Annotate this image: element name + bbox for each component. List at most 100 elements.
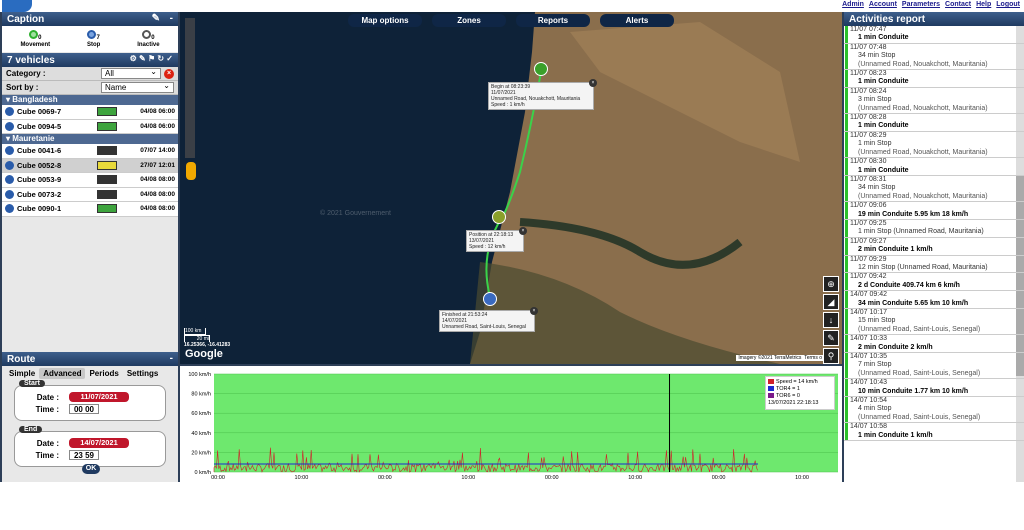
ruler-icon[interactable]: ✎: [823, 330, 839, 346]
streetview-icon[interactable]: [186, 162, 196, 180]
activities-header: Activities report: [844, 12, 1024, 26]
activity-item[interactable]: 14/07 10:35 7 min Stop (Unnamed Road, Sain…: [844, 353, 1024, 380]
search-icon[interactable]: ⚲: [823, 348, 839, 364]
activity-desc: 1 min Conduite: [858, 122, 909, 130]
admin-link[interactable]: Admin: [842, 1, 864, 8]
activity-time: 14/07 10:17: [850, 309, 887, 316]
activity-item[interactable]: 11/07 09:27 2 min Conduite 1 km/h: [844, 237, 1024, 256]
activity-item[interactable]: 11/07 08:29 1 min Stop (Unnamed Road, Noua…: [844, 131, 1024, 159]
zoom-slider[interactable]: [185, 18, 195, 158]
activity-time: 14/07 10:54: [850, 397, 887, 405]
caption-header: Caption ✎ -: [2, 12, 178, 26]
y-tick-label: 100 km/h: [188, 372, 211, 378]
activity-item[interactable]: 11/07 07:48 34 min Stop (Unnamed Road, Nou…: [844, 43, 1024, 71]
start-time-input[interactable]: 00 00: [69, 404, 99, 414]
activity-item[interactable]: 14/07 10:33 2 min Conduite 2 km/h: [844, 335, 1024, 354]
vehicle-tools-icons[interactable]: ⚙ ✎ ⚑ ↻ ✓: [130, 54, 173, 63]
activity-item[interactable]: 14/07 09:42 34 min Conduite 5.65 km 10 km…: [844, 291, 1024, 309]
map-options-button[interactable]: Map options: [348, 14, 422, 27]
activity-item[interactable]: 11/07 09:06 19 min Conduite 5.95 km 18 km…: [844, 202, 1024, 220]
tab-settings[interactable]: Settings: [123, 368, 163, 379]
activities-list[interactable]: 11/07 07:47 1 min Conduite 11/07 07:48 34 m…: [844, 26, 1024, 482]
locate-icon[interactable]: ⊕: [823, 276, 839, 292]
vehicle-row-selected[interactable]: Cube 0052-8 27/07 12:01: [2, 158, 178, 173]
edit-icon[interactable]: ✎: [152, 13, 160, 24]
battery-icon: [97, 107, 117, 117]
activity-item[interactable]: 11/07 09:42 2 d Conduite 409.74 km 6 km/h: [844, 273, 1024, 292]
activity-item[interactable]: 11/07 08:28 1 min Conduite: [844, 114, 1024, 132]
clear-category-icon[interactable]: ×: [164, 68, 174, 79]
date-label: Date :: [36, 392, 59, 402]
reports-button[interactable]: Reports: [516, 14, 590, 27]
activity-desc: 34 min Conduite 5.65 km 10 km/h: [858, 299, 969, 307]
terms-link[interactable]: Terms o: [804, 355, 822, 361]
collapse-icon[interactable]: -: [170, 353, 173, 364]
end-time-row: Time : 23 59: [23, 450, 157, 460]
popup-line: Speed : 12 km/h: [469, 244, 506, 250]
activity-item[interactable]: 11/07 09:25 1 min Stop (Unnamed Road, Mau…: [844, 219, 1024, 238]
help-link[interactable]: Help: [976, 1, 991, 8]
vehicle-row[interactable]: Cube 0073-2 04/08 08:00: [2, 187, 178, 202]
caption-movement: 0 Movement: [20, 29, 50, 49]
vehicle-row[interactable]: Cube 0053-9 04/08 08:00: [2, 173, 178, 188]
activity-item[interactable]: 11/07 07:47 1 min Conduite: [844, 26, 1024, 44]
contact-link[interactable]: Contact: [945, 1, 971, 8]
map-view[interactable]: Map options Zones Reports Alerts × Begin…: [180, 12, 842, 364]
route-icon[interactable]: ↓: [823, 312, 839, 328]
activity-time: 11/07 08:28: [850, 114, 887, 122]
vehicle-row[interactable]: Cube 0041-6 07/07 14:00: [2, 144, 178, 159]
group-mauretanie[interactable]: ▾ Mauretanie: [2, 134, 178, 144]
tab-advanced[interactable]: Advanced: [39, 368, 86, 379]
end-time-input[interactable]: 23 59: [69, 450, 99, 460]
ok-button[interactable]: OK: [82, 464, 100, 474]
group-bangladesh[interactable]: ▾ Bangladesh: [2, 95, 178, 105]
begin-marker-icon[interactable]: [534, 62, 548, 76]
position-marker-icon[interactable]: [492, 210, 506, 224]
alerts-button[interactable]: Alerts: [600, 14, 674, 27]
tab-simple[interactable]: Simple: [5, 368, 39, 379]
close-icon[interactable]: ×: [519, 227, 527, 235]
category-select[interactable]: All: [101, 67, 161, 79]
activity-item[interactable]: 11/07 08:31 34 min Stop (Unnamed Road, Nou…: [844, 175, 1024, 203]
sort-select[interactable]: Name: [101, 81, 174, 93]
vehicle-row[interactable]: Cube 0069-7 04/08 06:00: [2, 105, 178, 120]
activity-item[interactable]: 14/07 10:43 10 min Conduite 1.77 km 10 km…: [844, 379, 1024, 398]
speed-chart[interactable]: 100 km/h 80 km/h 60 km/h 40 km/h 20 km/h 0 km…: [180, 366, 842, 482]
legend-label: TOR6 = 0: [776, 393, 800, 399]
close-icon[interactable]: ×: [589, 79, 597, 87]
activity-item[interactable]: 14/07 10:17 15 min Stop (Unnamed Road, Sai…: [844, 309, 1024, 336]
activity-item[interactable]: 11/07 08:24 3 min Stop (Unnamed Road, Noua…: [844, 87, 1024, 115]
activity-item[interactable]: 14/07 10:58 1 min Conduite 1 km/h: [844, 423, 1024, 442]
vehicle-name: Cube 0090-1: [17, 204, 62, 214]
activity-address: (Unnamed Road, Nouakchott, Mauritania): [858, 104, 988, 112]
close-icon[interactable]: ×: [530, 307, 538, 315]
y-tick-label: 40 km/h: [191, 431, 211, 437]
end-date-input[interactable]: 14/07/2021: [69, 438, 129, 448]
popup-line: Unnamed Road, Saint-Louis, Senegal: [442, 324, 526, 330]
activity-desc: 3 min Stop: [858, 96, 892, 104]
start-date-input[interactable]: 11/07/2021: [69, 392, 129, 402]
activity-item[interactable]: 11/07 08:23 1 min Conduite: [844, 70, 1024, 88]
zones-button[interactable]: Zones: [432, 14, 506, 27]
account-link[interactable]: Account: [869, 1, 897, 8]
x-tick-label: 00:00: [378, 475, 392, 481]
logout-link[interactable]: Logout: [996, 1, 1020, 8]
vehicle-date: 04/08 08:00: [140, 176, 175, 184]
vehicle-row[interactable]: Cube 0090-1 04/08 08:00: [2, 202, 178, 217]
activity-item[interactable]: 14/07 10:54 4 min Stop (Unnamed Road, Sain…: [844, 397, 1024, 424]
expand-icon[interactable]: ◢: [823, 294, 839, 310]
activity-time: 11/07 08:29: [850, 131, 887, 139]
activity-item[interactable]: 11/07 08:30 1 min Conduite: [844, 158, 1024, 176]
group-label: Bangladesh: [12, 95, 58, 104]
collapse-icon[interactable]: -: [170, 13, 173, 24]
activity-item[interactable]: 11/07 09:29 12 min Stop (Unnamed Road, Ma…: [844, 255, 1024, 274]
stop-label: Stop: [86, 41, 101, 48]
finish-marker-icon[interactable]: [483, 292, 497, 306]
legend-item: TOR6 = 0: [768, 393, 832, 400]
stop-count: 7: [96, 34, 100, 41]
tab-periods[interactable]: Periods: [85, 368, 122, 379]
vehicle-row[interactable]: Cube 0094-5 04/08 06:00: [2, 119, 178, 134]
activity-address: (Unnamed Road, Nouakchott, Mauritania): [858, 60, 988, 68]
cursor-time: 13/07/2021 22:18:13: [768, 400, 819, 406]
parameters-link[interactable]: Parameters: [902, 1, 940, 8]
